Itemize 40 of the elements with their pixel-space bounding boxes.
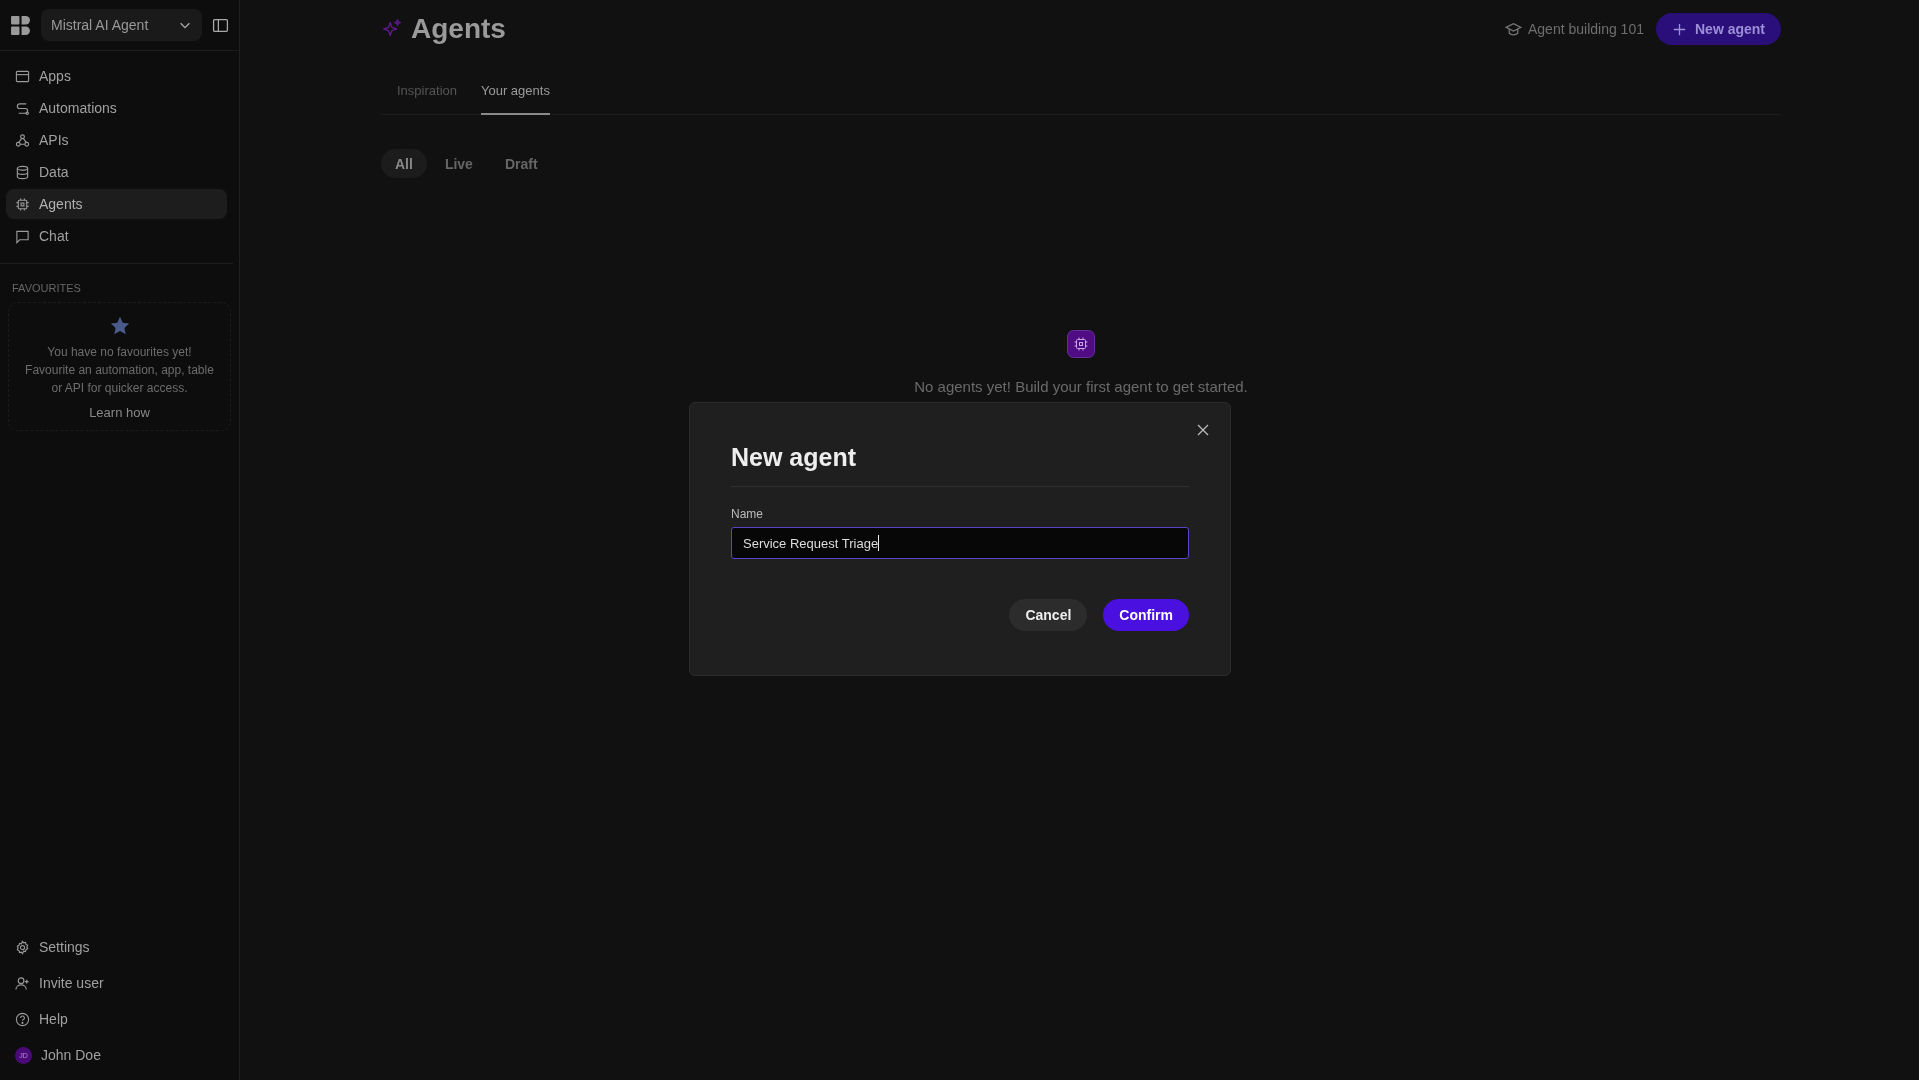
database-icon: [15, 164, 30, 180]
empty-state-message: No agents yet! Build your first agent to get started.: [914, 378, 1248, 395]
nav-item[interactable]: APIs: [6, 125, 227, 155]
chat-bubble-icon: [15, 228, 30, 244]
guide-link[interactable]: Agent building 101: [1505, 20, 1644, 38]
nav-item[interactable]: Automations: [6, 93, 227, 123]
add-user-icon: [15, 975, 30, 991]
nav-item[interactable]: Data: [6, 157, 227, 187]
nav-item[interactable]: Settings: [6, 932, 233, 962]
webhook-icon: [15, 132, 30, 148]
help-icon: [15, 1011, 30, 1027]
window-icon: [15, 68, 30, 84]
learn-how-link[interactable]: Learn how: [89, 405, 150, 420]
chip-icon: [15, 196, 30, 212]
cancel-button[interactable]: Cancel: [1009, 599, 1088, 631]
nav-item[interactable]: Chat: [6, 221, 227, 251]
page-title: Agents: [411, 13, 506, 45]
new-agent-button[interactable]: New agent: [1656, 13, 1781, 45]
sidebar-toggle-icon[interactable]: [212, 16, 229, 34]
name-input-field[interactable]: Service Request Triage: [731, 527, 1189, 559]
plus-icon: [1672, 21, 1687, 37]
logo-icon[interactable]: [10, 14, 31, 36]
nav-item[interactable]: Help: [6, 1004, 233, 1034]
star-icon: [108, 315, 131, 337]
section-heading: FAVOURITES: [11, 281, 82, 296]
nav-item[interactable]: Apps: [6, 61, 227, 91]
nav-item[interactable]: Agents: [6, 189, 227, 219]
settings-icon: [15, 939, 30, 955]
workspace-dropdown[interactable]: Mistral AI Agent: [41, 9, 202, 41]
nav-item[interactable]: Invite user: [6, 968, 233, 998]
graduation-cap-icon: [1505, 20, 1522, 38]
empty-favourites-message: You have no favourites yet! Favourite an automation, app, table or API for quicker access.: [24, 344, 215, 397]
field-label: Name: [731, 507, 764, 521]
close-icon[interactable]: [1195, 422, 1211, 438]
tab[interactable]: Your agents: [481, 75, 550, 115]
dialog-title: New agent: [731, 443, 1189, 487]
route-icon: [15, 100, 30, 116]
chip-icon: [1067, 330, 1095, 358]
filter-pill[interactable]: All: [381, 149, 427, 178]
confirm-button[interactable]: Confirm: [1103, 599, 1189, 631]
